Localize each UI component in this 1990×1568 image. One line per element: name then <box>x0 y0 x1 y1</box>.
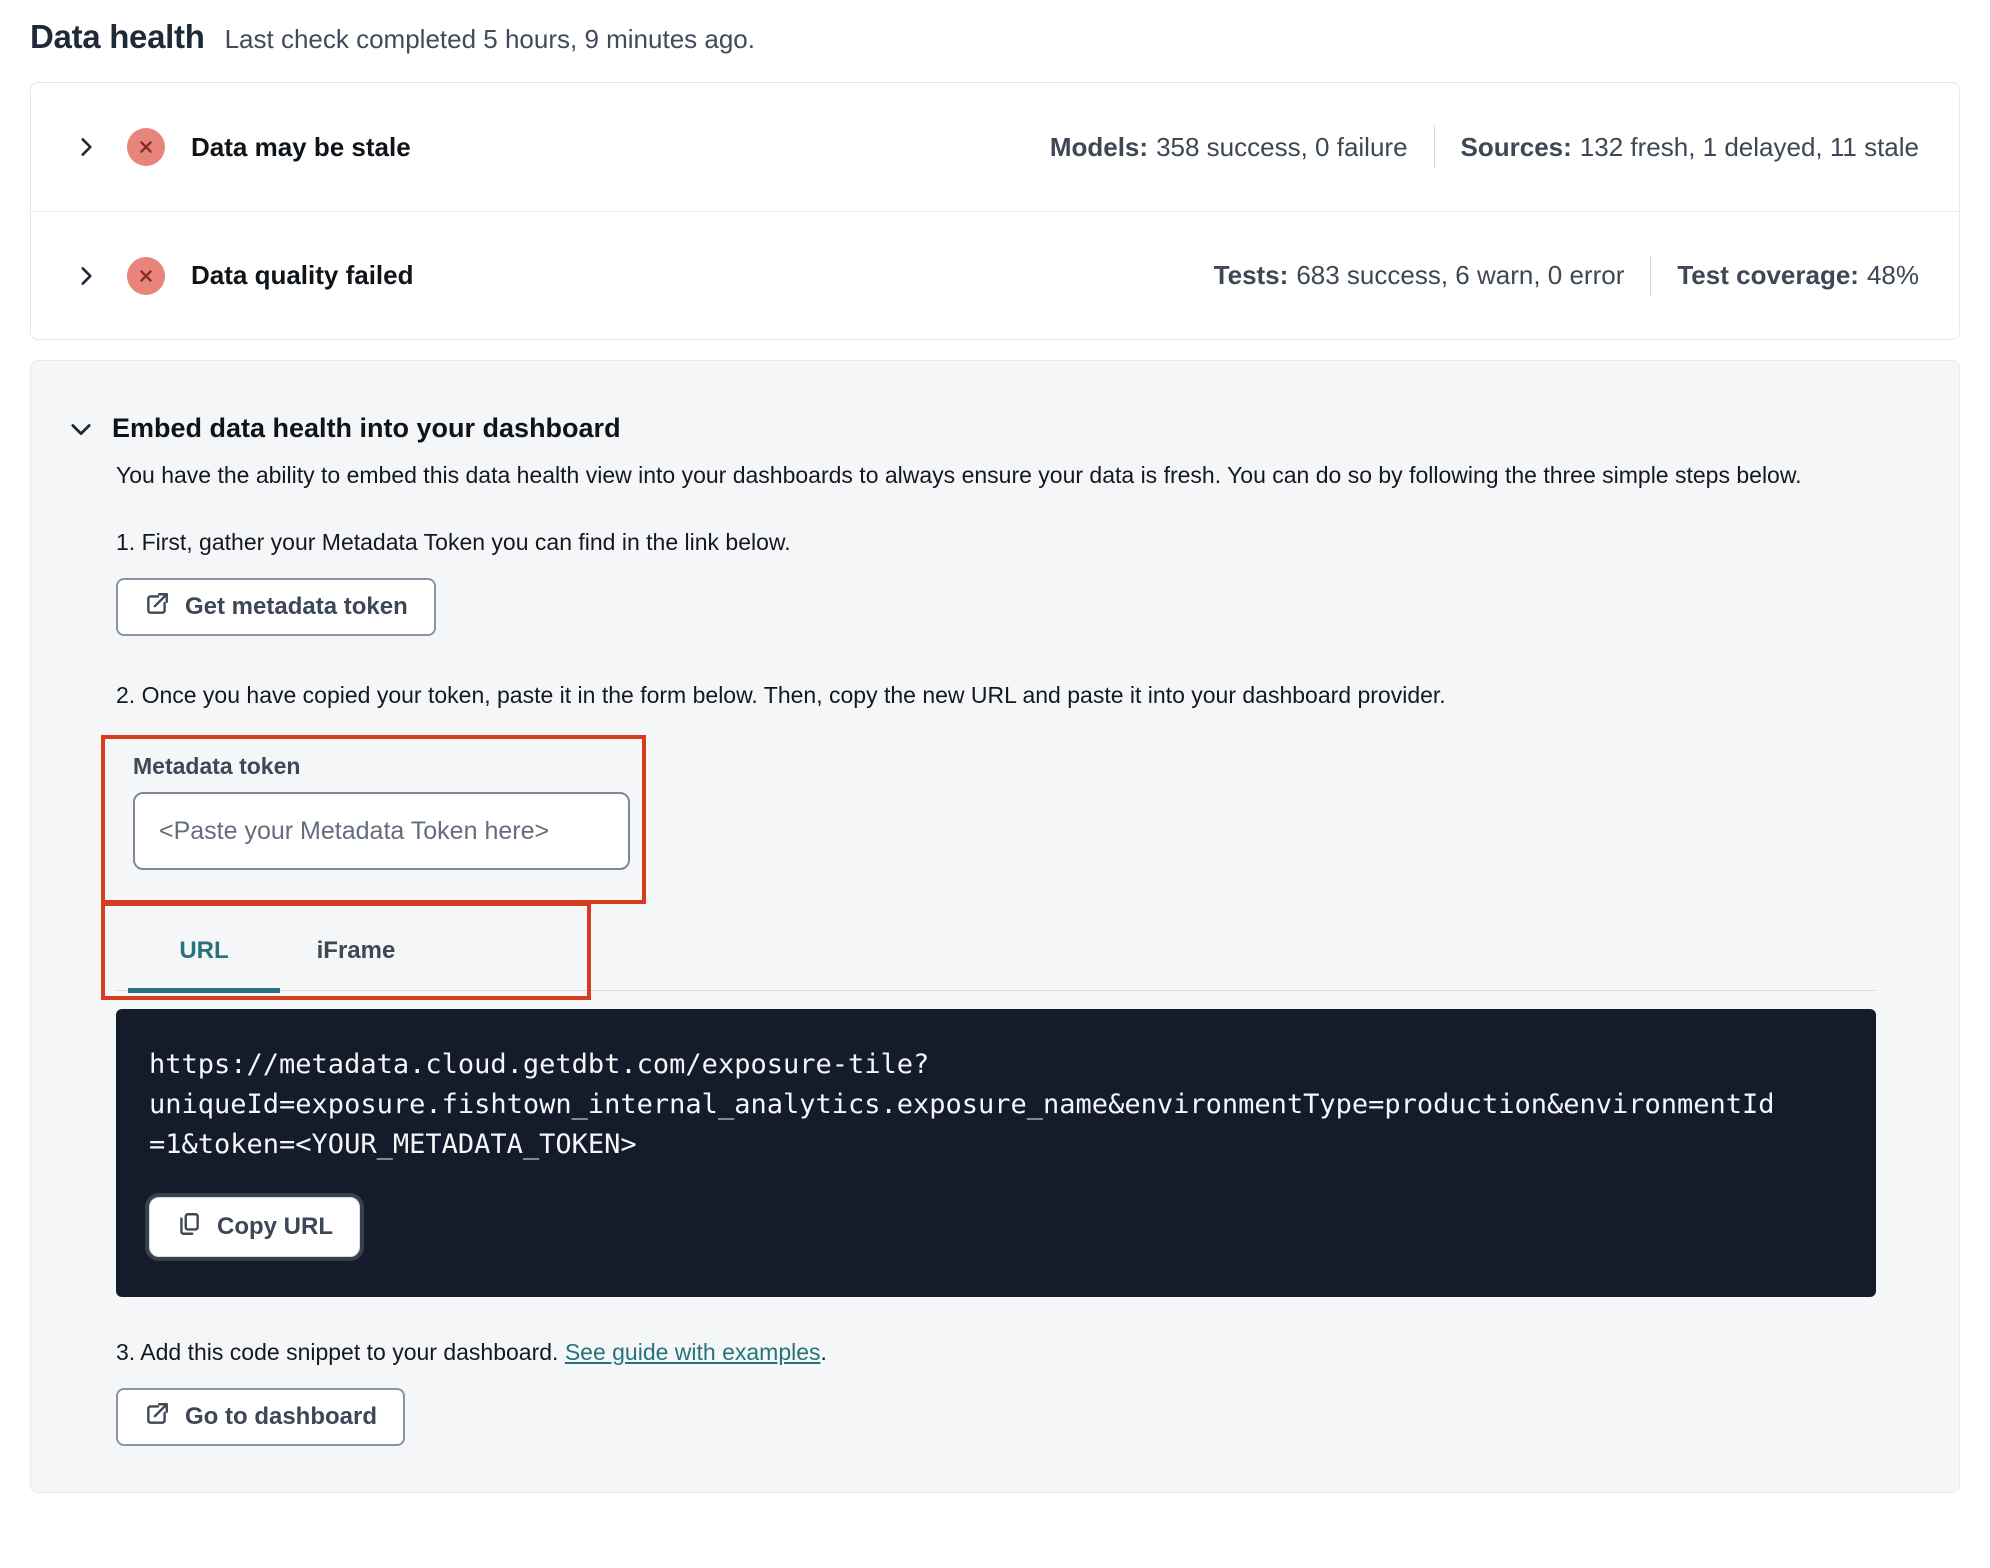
step-3-text: 3. Add this code snippet to your dashboa… <box>116 1339 827 1365</box>
embed-section-toggle[interactable]: Embed data health into your dashboard <box>66 413 1874 444</box>
copy-url-button[interactable]: Copy URL <box>149 1197 360 1257</box>
get-metadata-token-label: Get metadata token <box>185 593 408 620</box>
copy-url-label: Copy URL <box>217 1213 333 1240</box>
see-guide-link[interactable]: See guide with examples <box>565 1339 821 1365</box>
page-title: Data health <box>30 18 205 55</box>
copy-icon <box>176 1211 202 1244</box>
status-card: Data may be stale Models: 358 success, 0 … <box>30 82 1960 340</box>
status-row-title: Data quality failed <box>191 260 414 290</box>
chevron-down-icon[interactable] <box>66 414 96 444</box>
embed-section-title: Embed data health into your dashboard <box>112 413 621 443</box>
status-row-stale[interactable]: Data may be stale Models: 358 success, 0 … <box>31 83 1959 211</box>
error-x-circle-icon <box>127 128 165 166</box>
get-metadata-token-button[interactable]: Get metadata token <box>116 578 436 636</box>
tab-iframe[interactable]: iFrame <box>280 912 432 990</box>
go-to-dashboard-button[interactable]: Go to dashboard <box>116 1388 405 1446</box>
error-x-circle-icon <box>127 256 165 295</box>
tests-stat: Tests: 683 success, 6 warn, 0 error <box>1213 260 1625 290</box>
sources-stat: Sources: 132 fresh, 1 delayed, 11 stale <box>1460 131 1919 162</box>
stat-divider <box>1650 254 1652 297</box>
step-1-text: 1. First, gather your Metadata Token you… <box>116 529 791 555</box>
chevron-right-icon[interactable] <box>71 261 101 291</box>
tab-url[interactable]: URL <box>128 912 280 993</box>
embed-output-tabs: URL iFrame <box>101 902 1876 1000</box>
metadata-token-input[interactable] <box>133 792 630 870</box>
status-row-stats: Tests: 683 success, 6 warn, 0 error Test … <box>1213 254 1919 297</box>
external-link-icon <box>144 1401 170 1434</box>
chevron-right-icon[interactable] <box>71 132 101 162</box>
page-header: Data health Last check completed 5 hours… <box>0 0 1990 56</box>
test-coverage-stat: Test coverage: 48% <box>1677 260 1919 290</box>
metadata-token-label: Metadata token <box>133 753 301 779</box>
status-row-title: Data may be stale <box>191 131 411 162</box>
status-row-quality[interactable]: Data quality failed Tests: 683 success, 6… <box>31 211 1959 339</box>
embed-url-line: uniqueId=exposure.fishtown_internal_anal… <box>149 1089 1775 1120</box>
annotation-box-token-field: Metadata token <box>101 735 646 904</box>
models-stat: Models: 358 success, 0 failure <box>1049 131 1408 162</box>
embed-url-line: https://metadata.cloud.getdbt.com/exposu… <box>149 1049 930 1080</box>
go-to-dashboard-label: Go to dashboard <box>185 1403 377 1430</box>
status-row-stats: Models: 358 success, 0 failure Sources: 13… <box>1050 126 1919 168</box>
external-link-icon <box>144 591 170 624</box>
embed-description: You have the ability to embed this data … <box>116 462 1802 488</box>
step-2-text: 2. Once you have copied your token, past… <box>116 682 1446 708</box>
last-check-status: Last check completed 5 hours, 9 minutes … <box>224 24 755 54</box>
stat-divider <box>1433 126 1435 168</box>
embed-panel: Embed data health into your dashboard Yo… <box>30 360 1960 1493</box>
embed-url-line: =1&token=<YOUR_METADATA_TOKEN> <box>149 1129 637 1160</box>
embed-url-code-block: https://metadata.cloud.getdbt.com/exposu… <box>116 1009 1876 1297</box>
